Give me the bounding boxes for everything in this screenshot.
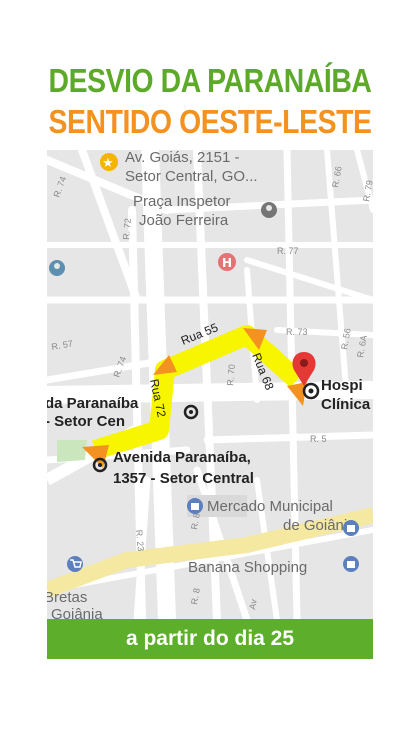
poi-hospital-line2: Clínica [321, 396, 371, 413]
location-pin-icon[interactable] [261, 202, 277, 218]
poi-praca-line1: Praça Inspetor [133, 193, 231, 210]
bag-icon[interactable] [343, 556, 359, 572]
svg-text:★: ★ [102, 156, 114, 171]
poi-bretas-line2: Goiânia [51, 606, 103, 619]
page-subtitle: SENTIDO OESTE-LESTE [48, 103, 372, 140]
road-label: R. 72 [121, 218, 133, 240]
hospital-icon[interactable]: H [218, 253, 236, 271]
map[interactable]: Rua 55 Rua 72 Rua 68 R. 74 R. 72 R. 79 R… [47, 150, 373, 619]
poi-goias-line2: Setor Central, GO... [125, 168, 258, 185]
page-title: DESVIO DA PARANAÍBA [48, 62, 372, 99]
footer-banner: a partir do dia 25 [47, 619, 373, 659]
poi-bretas-line1: Bretas [47, 589, 87, 606]
location-pin-icon[interactable] [49, 260, 65, 276]
poi-paranaiba-left-line1: da Paranaíba [47, 395, 139, 412]
poi-goias-line1: Av. Goiás, 2151 - [125, 150, 240, 166]
shopping-cart-icon[interactable] [67, 556, 83, 572]
park-area [57, 440, 87, 462]
footer-text: a partir do dia 25 [125, 627, 295, 650]
star-icon[interactable]: ★ [100, 153, 118, 171]
road-label: R. 73 [286, 327, 308, 337]
svg-text:H: H [222, 256, 232, 270]
bag-icon[interactable] [187, 498, 203, 514]
poi-paranaiba-left-line2: - Setor Cen [47, 413, 125, 430]
map-canvas[interactable]: Rua 55 Rua 72 Rua 68 R. 74 R. 72 R. 79 R… [47, 150, 373, 619]
poi-hospital-line1: Hospi [321, 377, 363, 394]
poi-banana: Banana Shopping [188, 559, 307, 576]
poi-praca-line2: João Ferreira [139, 212, 229, 229]
poi-paranaiba-main-line2: 1357 - Setor Central [113, 470, 254, 487]
road-label: R. 77 [277, 246, 299, 256]
road-label: R. 5 [310, 434, 327, 444]
poi-paranaiba-main-line1: Avenida Paranaíba, [113, 449, 251, 466]
road-label: R. 70 [225, 364, 237, 386]
road-label: R. 23 [134, 529, 146, 551]
poi-mercado-line1: Mercado Municipal [207, 498, 333, 515]
bag-icon[interactable] [343, 520, 359, 536]
